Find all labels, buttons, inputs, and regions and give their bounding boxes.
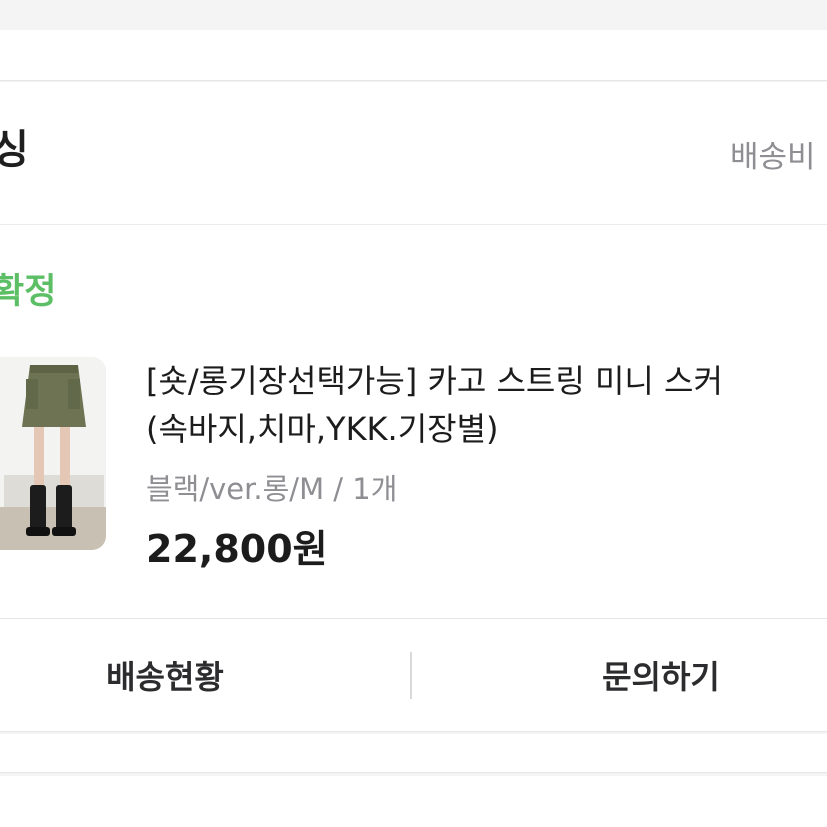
product-option: 블랙/ver.롱/M / 1개 xyxy=(146,472,398,506)
order-detail-screen: 싱 배송비 확정 [숏/롱기장선택가능] 카고 스트링 미니 스커 (속바지,치… xyxy=(0,0,827,827)
delivery-status-button[interactable]: 배송현황 xyxy=(0,619,330,731)
store-name[interactable]: 싱 xyxy=(0,130,29,170)
store-header[interactable] xyxy=(0,82,827,225)
product-photo-skirt-icon xyxy=(0,357,106,550)
top-strip xyxy=(0,30,827,81)
action-divider xyxy=(410,652,412,699)
product-title-line2: (속바지,치마,YKK.기장별) xyxy=(146,410,499,448)
shipping-fee-label: 배송비 xyxy=(730,142,816,173)
product-title[interactable]: [숏/롱기장선택가능] 카고 스트링 미니 스커 (속바지,치마,YKK.기장별… xyxy=(146,357,827,453)
product-thumbnail[interactable] xyxy=(0,357,106,550)
product-title-line1: [숏/롱기장선택가능] 카고 스트링 미니 스커 xyxy=(146,362,723,400)
order-status: 확정 xyxy=(0,272,57,312)
inquiry-button[interactable]: 문의하기 xyxy=(496,619,826,731)
bottom-strip-2 xyxy=(0,776,827,827)
product-price: 22,800원 xyxy=(146,527,328,571)
bottom-strip xyxy=(0,734,827,773)
